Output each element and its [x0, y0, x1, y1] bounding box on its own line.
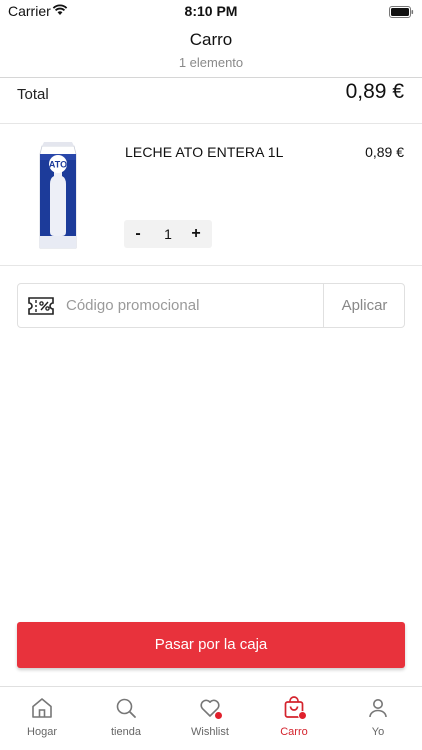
total-label: Total	[17, 86, 49, 103]
search-icon	[114, 696, 138, 720]
tab-cart-label: Carro	[280, 726, 308, 738]
battery-icon	[389, 5, 414, 23]
tab-profile[interactable]: Yo	[336, 687, 420, 750]
tab-home-label: Hogar	[27, 726, 57, 738]
total-value: 0,89 €	[345, 80, 404, 103]
promo-code-box: Aplicar	[17, 283, 405, 328]
product-image[interactable]: ATO	[36, 140, 80, 250]
quantity-value: 1	[164, 226, 172, 242]
brand-logo-text: ATO	[49, 160, 67, 170]
quantity-stepper: - 1 +	[124, 220, 212, 248]
tab-bar: Hogar tienda Wishlist Carro Yo	[0, 686, 422, 750]
cart-badge	[298, 711, 307, 720]
increase-quantity-button[interactable]: +	[182, 220, 210, 248]
cart-item: ATO LECHE ATO ENTERA 1L 0,89 € - 1 +	[0, 124, 422, 266]
product-name[interactable]: LECHE ATO ENTERA 1L	[125, 144, 284, 160]
clock: 8:10 PM	[184, 3, 238, 19]
tab-cart[interactable]: Carro	[252, 687, 336, 750]
checkout-button[interactable]: Pasar por la caja	[17, 622, 405, 668]
tab-home[interactable]: Hogar	[0, 687, 84, 750]
tab-wishlist[interactable]: Wishlist	[168, 687, 252, 750]
tab-shop-label: tienda	[111, 726, 141, 738]
nav-header: Carro 1 elemento	[0, 26, 422, 78]
home-icon	[30, 696, 54, 720]
total-row: Total 0,89 €	[0, 78, 422, 124]
apply-promo-button[interactable]: Aplicar	[324, 284, 405, 327]
status-bar: Carrier 8:10 PM	[0, 0, 422, 22]
tab-shop[interactable]: tienda	[84, 687, 168, 750]
wishlist-badge	[214, 711, 223, 720]
tab-wishlist-label: Wishlist	[191, 726, 229, 738]
tab-profile-label: Yo	[371, 726, 385, 738]
user-icon	[366, 696, 390, 720]
page-title: Carro	[189, 30, 233, 49]
promo-code-input[interactable]	[66, 284, 320, 327]
item-count: 1 elemento	[178, 55, 244, 70]
product-price: 0,89 €	[365, 144, 404, 160]
coupon-icon	[27, 296, 55, 321]
decrease-quantity-button[interactable]: -	[124, 220, 152, 248]
